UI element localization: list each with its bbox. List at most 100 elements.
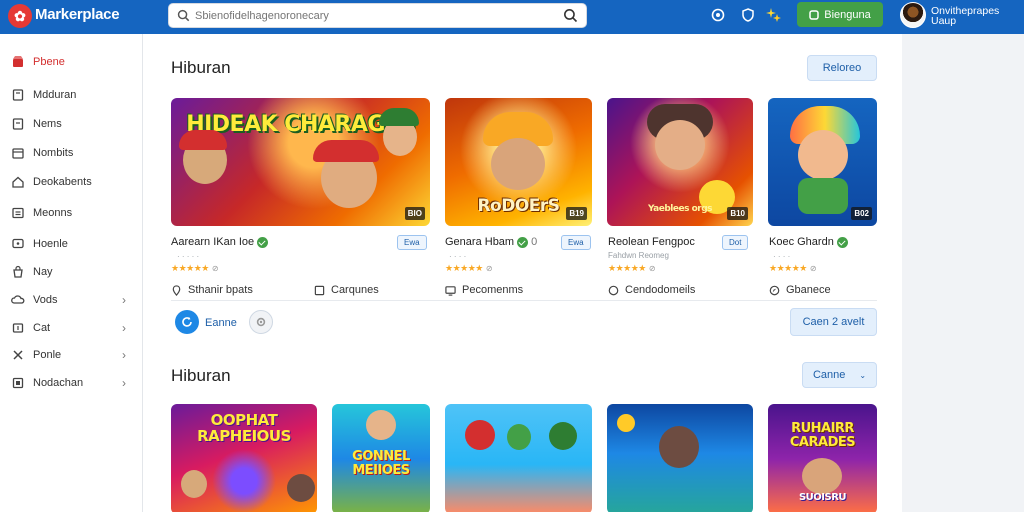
game-meta[interactable]: Sthanir bpats: [171, 284, 253, 296]
search-icon: [177, 9, 190, 22]
section-action-button[interactable]: Reloreo: [807, 55, 877, 81]
chat-icon: [12, 238, 24, 249]
game-title[interactable]: Reolean Fengpoc: [608, 236, 695, 248]
cloud-icon: [11, 295, 25, 304]
location-icon: [172, 284, 181, 296]
refresh-icon: [182, 317, 192, 327]
user-name[interactable]: Onvitheprapes Uaup: [931, 6, 1011, 27]
divider: [171, 300, 877, 301]
game-rating-badge: B02: [851, 207, 872, 220]
game-tag[interactable]: Dot: [722, 235, 749, 250]
sidebar-item[interactable]: Nems: [0, 112, 143, 136]
document-icon: [12, 118, 24, 130]
chevron-right-icon: ›: [122, 376, 126, 390]
sidebar-item[interactable]: Cat ›: [0, 316, 143, 340]
book-icon: [12, 89, 24, 101]
game-card-image[interactable]: [607, 404, 753, 512]
game-card-image[interactable]: B02: [768, 98, 877, 226]
sidebar-item-label: Nay: [33, 266, 53, 278]
sidebar-item-label: Mdduran: [33, 89, 77, 101]
bag-icon: [13, 265, 23, 278]
game-subtitle: · · · ·: [449, 252, 467, 261]
settings-button[interactable]: [249, 310, 273, 334]
sidebar-item[interactable]: Vods ›: [0, 288, 143, 312]
game-art-title: GONNEL MEIIOES: [352, 449, 410, 478]
sparkle-icon[interactable]: [766, 7, 782, 23]
game-card-image[interactable]: [445, 404, 592, 512]
marketplace-logo[interactable]: ✿: [8, 4, 32, 28]
game-card-image[interactable]: RoDOErS B19: [445, 98, 592, 226]
sidebar-item[interactable]: Hoenle: [0, 232, 143, 256]
sidebar-item[interactable]: Mdduran: [0, 83, 143, 107]
sidebar-item[interactable]: Meonns: [0, 201, 143, 225]
sidebar-item-label: Deokabents: [33, 176, 92, 188]
chevron-right-icon: ›: [122, 293, 126, 307]
more-label[interactable]: Eanne: [205, 317, 237, 329]
sidebar-item-label: Nems: [33, 118, 62, 130]
search-submit-icon[interactable]: [563, 8, 578, 23]
sidebar-item[interactable]: Deokabents: [0, 170, 143, 194]
box-icon: [314, 285, 325, 295]
chevron-right-icon: ›: [122, 348, 126, 362]
game-card-image[interactable]: HIDEAK CHARAGES BIO: [171, 98, 430, 226]
game-meta[interactable]: Pecomenms: [445, 284, 523, 296]
game-card-image[interactable]: OOPHAT RAPHEIOUS: [171, 404, 317, 512]
user-avatar[interactable]: [900, 2, 926, 28]
see-all-button[interactable]: Caen 2 avelt: [790, 308, 877, 336]
game-meta[interactable]: Gbanece: [769, 284, 831, 296]
game-title[interactable]: Koec Ghardn: [769, 236, 848, 248]
star-rating: ★★★★★ ⊘: [608, 263, 656, 273]
gear-icon: [256, 317, 266, 327]
sidebar-item[interactable]: Nodachan ›: [0, 371, 143, 395]
character-hat: [179, 130, 227, 150]
game-rating-badge: BIO: [404, 207, 425, 220]
game-title[interactable]: Genara Hbam 0: [445, 236, 537, 248]
shield-icon[interactable]: [740, 7, 756, 23]
sidebar-item[interactable]: Nombits: [0, 141, 143, 165]
game-art-subtitle: SUOISRU: [798, 492, 847, 503]
game-card-image[interactable]: Yaeblees orgs B10: [607, 98, 753, 226]
game-art-title: RUHAIRR CARADES: [789, 421, 856, 450]
character-art: [491, 138, 545, 190]
section-title: Hiburan: [171, 58, 231, 77]
sidebar-item[interactable]: Ponle ›: [0, 343, 143, 367]
grid-icon: [12, 377, 24, 389]
sidebar-item[interactable]: Pbene: [0, 50, 143, 74]
sidebar-item-label: Ponle: [33, 349, 62, 361]
game-subtitle: · · · ·: [773, 252, 791, 261]
top-bar: ✿ Markerplace Bienguna Onvitheprapes Uau…: [0, 0, 1024, 34]
search-input[interactable]: [195, 6, 555, 25]
more-button[interactable]: [175, 310, 199, 334]
game-rating-badge: B19: [566, 207, 587, 220]
section-dropdown-button[interactable]: Canne ⌄: [802, 362, 877, 388]
sidebar-item-label: Cat: [33, 322, 51, 334]
character-art: [798, 178, 848, 214]
target-icon[interactable]: [710, 7, 726, 23]
character-art: [659, 426, 699, 468]
character-art: [549, 422, 577, 450]
game-title[interactable]: Aarearn IKan Ioe: [171, 236, 269, 248]
primary-action-button[interactable]: Bienguna: [797, 2, 883, 27]
brand-name[interactable]: Markerplace: [35, 6, 120, 23]
verified-icon: [517, 236, 529, 248]
star-rating: ★★★★★ ⊘: [445, 263, 493, 273]
game-rating-badge: B10: [727, 207, 748, 220]
character-art: [366, 410, 396, 440]
game-tag[interactable]: Ewa: [561, 235, 591, 250]
character-art: [802, 458, 842, 494]
game-card-image[interactable]: RUHAIRR CARADES SUOISRU: [768, 404, 877, 512]
game-tag[interactable]: Ewa: [397, 235, 427, 250]
list-icon: [12, 207, 24, 219]
game-title-suffix: 0: [531, 236, 538, 248]
game-meta[interactable]: Carqunes: [314, 284, 379, 296]
clock-icon: [608, 285, 619, 295]
sparkle-art: [617, 414, 635, 432]
search-bar[interactable]: [168, 3, 587, 28]
game-card-image[interactable]: GONNEL MEIIOES: [332, 404, 430, 512]
game-meta[interactable]: Cendodomeils: [608, 284, 695, 296]
game-subtitle: Fahdwn Reomeg: [608, 251, 669, 260]
store-icon: [13, 56, 23, 67]
sidebar-item-label: Meonns: [33, 207, 73, 219]
game-title-text: Genara Hbam: [445, 236, 515, 248]
sidebar-item[interactable]: Nay: [0, 260, 143, 284]
